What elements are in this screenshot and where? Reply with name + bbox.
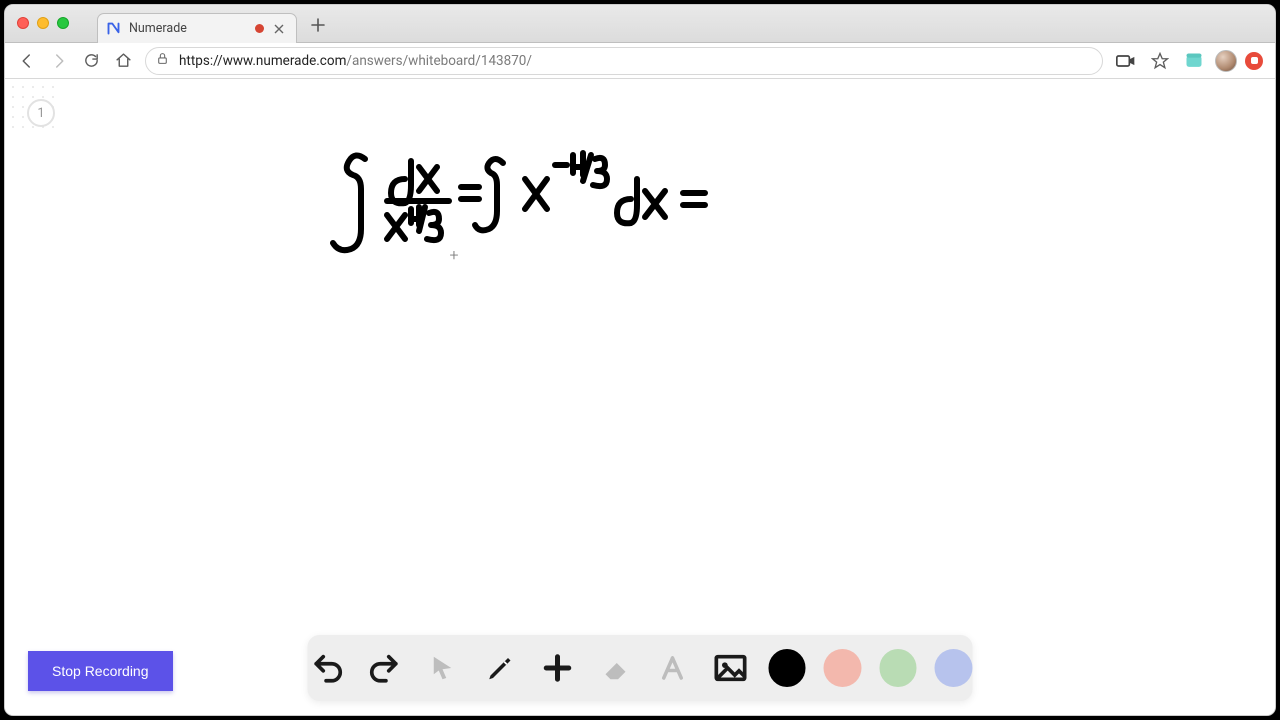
extension-teal-icon[interactable] bbox=[1181, 48, 1207, 74]
pointer-tool[interactable] bbox=[423, 648, 463, 688]
url-host: https://www.numerade.com bbox=[179, 53, 346, 69]
eraser-tool[interactable] bbox=[595, 648, 635, 688]
lock-icon bbox=[156, 52, 169, 69]
tab-strip: Numerade bbox=[97, 5, 331, 42]
bookmark-star-button[interactable] bbox=[1147, 48, 1173, 74]
text-tool[interactable] bbox=[653, 648, 693, 688]
stop-recording-button[interactable]: Stop Recording bbox=[28, 651, 173, 691]
numerade-favicon-icon bbox=[106, 21, 121, 36]
handwriting-canvas bbox=[5, 79, 805, 339]
whiteboard-toolbar bbox=[308, 635, 973, 701]
window-controls bbox=[5, 5, 69, 29]
home-button[interactable] bbox=[109, 47, 137, 75]
close-tab-button[interactable] bbox=[272, 22, 286, 36]
recording-indicator-icon bbox=[255, 24, 264, 33]
color-blue[interactable] bbox=[935, 649, 973, 687]
address-bar[interactable]: https://www.numerade.com/answers/whitebo… bbox=[145, 47, 1103, 75]
close-window-button[interactable] bbox=[17, 17, 29, 29]
maximize-window-button[interactable] bbox=[57, 17, 69, 29]
image-tool[interactable] bbox=[711, 648, 751, 688]
navbar: https://www.numerade.com/answers/whitebo… bbox=[5, 43, 1275, 79]
undo-button[interactable] bbox=[308, 648, 348, 688]
titlebar: Numerade bbox=[5, 5, 1275, 43]
back-button[interactable] bbox=[13, 47, 41, 75]
camera-recording-icon[interactable] bbox=[1113, 48, 1139, 74]
pencil-tool[interactable] bbox=[480, 648, 520, 688]
url-text: https://www.numerade.com/answers/whitebo… bbox=[179, 53, 532, 69]
profile-avatar[interactable] bbox=[1215, 50, 1237, 72]
extension-red-icon[interactable] bbox=[1245, 52, 1263, 70]
color-green[interactable] bbox=[879, 649, 917, 687]
color-red[interactable] bbox=[824, 649, 862, 687]
tab-numerade[interactable]: Numerade bbox=[97, 13, 297, 43]
whiteboard-area[interactable]: 1 bbox=[5, 79, 1275, 715]
redo-button[interactable] bbox=[365, 648, 405, 688]
minimize-window-button[interactable] bbox=[37, 17, 49, 29]
tab-title: Numerade bbox=[129, 21, 247, 36]
color-black[interactable] bbox=[768, 649, 806, 687]
toolbar-right bbox=[1113, 48, 1267, 74]
new-tab-button[interactable] bbox=[305, 12, 331, 38]
browser-window: Numerade bbox=[5, 5, 1275, 715]
forward-button[interactable] bbox=[45, 47, 73, 75]
stop-recording-label: Stop Recording bbox=[52, 663, 149, 679]
url-path: /answers/whiteboard/143870/ bbox=[346, 53, 532, 69]
reload-button[interactable] bbox=[77, 47, 105, 75]
add-tool[interactable] bbox=[538, 648, 578, 688]
